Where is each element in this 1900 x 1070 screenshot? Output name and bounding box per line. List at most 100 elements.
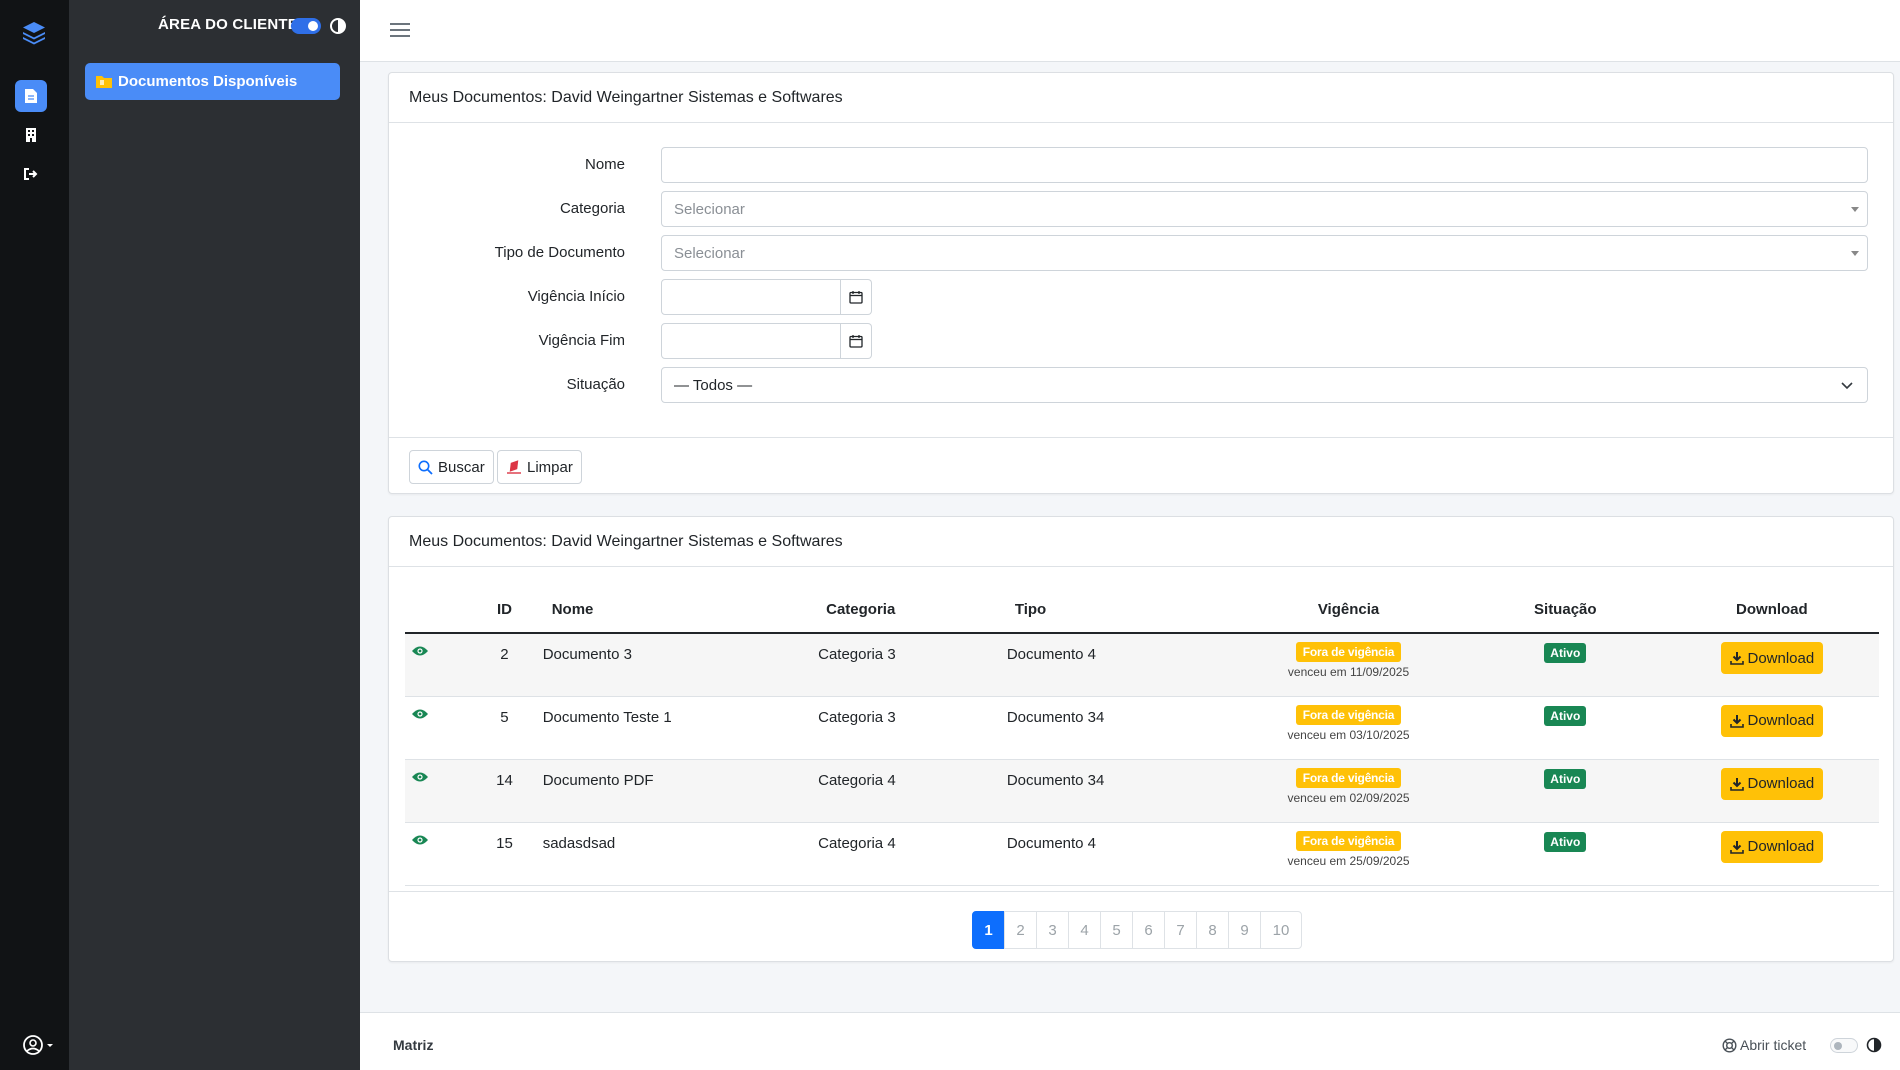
file-icon <box>25 89 37 103</box>
download-button[interactable]: Download <box>1720 642 1824 674</box>
limpar-button[interactable]: Limpar <box>497 450 582 484</box>
row-situacao: Ativo <box>1465 696 1665 760</box>
situacao-badge: Ativo <box>1544 705 1587 726</box>
page-7[interactable]: 7 <box>1164 911 1197 949</box>
vig-fim-label: Vigência Fim <box>538 332 625 349</box>
row-categoria: Categoria 3 <box>818 696 1007 760</box>
row-tipo: Documento 4 <box>1006 822 1232 886</box>
row-nome: Documento 3 <box>542 633 819 697</box>
vig-inicio-calendar-button[interactable] <box>841 279 872 315</box>
vigencia-badge: Fora de vigência <box>1295 704 1402 725</box>
sidebar-panel: ÁREA DO CLIENTE Documentos Disponíveis <box>69 0 360 1070</box>
row-vigencia: Fora de vigência venceu em 03/10/2025 <box>1231 696 1466 760</box>
results-card: Meus Documentos: David Weingartner Siste… <box>388 516 1894 962</box>
page-1[interactable]: 1 <box>972 911 1005 949</box>
categoria-row: Categoria Selecionar <box>389 191 1893 227</box>
vigencia-sub: venceu em 11/09/2025 <box>1287 665 1410 679</box>
buscar-button[interactable]: Buscar <box>409 450 494 484</box>
layers-logo-icon[interactable] <box>20 19 48 47</box>
view-cell <box>405 696 467 760</box>
page-footer: Matriz Abrir ticket <box>360 1012 1900 1070</box>
situacao-badge: Ativo <box>1544 831 1587 852</box>
footer-toggle[interactable] <box>1830 1038 1858 1053</box>
row-categoria: Categoria 4 <box>818 822 1007 886</box>
eye-icon[interactable] <box>411 645 429 657</box>
eye-icon[interactable] <box>411 708 429 720</box>
row-download: Download <box>1664 822 1879 886</box>
page-6[interactable]: 6 <box>1132 911 1165 949</box>
documents-rail-button[interactable] <box>15 80 47 112</box>
tipo-label: Tipo de Documento <box>494 244 625 261</box>
page-8[interactable]: 8 <box>1196 911 1229 949</box>
row-download: Download <box>1664 759 1879 823</box>
view-cell <box>405 759 467 823</box>
download-button[interactable]: Download <box>1720 767 1824 800</box>
row-id: 5 <box>466 696 543 760</box>
page-5[interactable]: 5 <box>1100 911 1133 949</box>
download-icon <box>1729 714 1744 728</box>
categoria-label: Categoria <box>559 200 625 217</box>
icon-rail <box>0 0 69 1070</box>
vigencia-badge: Fora de vigência <box>1295 830 1402 851</box>
situacao-label: Situação <box>566 376 625 393</box>
eye-icon[interactable] <box>411 771 429 783</box>
building-rail-button[interactable] <box>15 119 47 151</box>
page-2[interactable]: 2 <box>1004 911 1037 949</box>
page-4[interactable]: 4 <box>1068 911 1101 949</box>
situacao-select[interactable]: — Todos — <box>661 367 1868 403</box>
user-account-icon[interactable] <box>22 1033 58 1057</box>
download-button[interactable]: Download <box>1720 830 1824 863</box>
col-categoria[interactable]: Categoria <box>818 587 1007 634</box>
vig-inicio-input[interactable] <box>661 279 841 315</box>
tipo-select[interactable]: Selecionar <box>661 235 1868 271</box>
row-download: Download <box>1664 696 1879 760</box>
logout-icon <box>24 168 38 180</box>
contrast-icon[interactable] <box>1866 1037 1882 1053</box>
contrast-icon[interactable] <box>329 17 347 35</box>
row-situacao: Ativo <box>1465 633 1665 697</box>
nome-input[interactable] <box>661 147 1868 183</box>
calendar-icon <box>849 335 863 348</box>
col-tipo[interactable]: Tipo <box>1006 587 1232 634</box>
documents-table: ID Nome Categoria Tipo Vigência Situação… <box>405 587 1879 886</box>
col-download: Download <box>1664 587 1879 634</box>
eye-icon[interactable] <box>411 834 429 846</box>
row-vigencia: Fora de vigência venceu em 02/09/2025 <box>1231 759 1466 823</box>
table-header-row: ID Nome Categoria Tipo Vigência Situação… <box>405 587 1879 634</box>
download-button[interactable]: Download <box>1720 704 1824 737</box>
results-footer-divider <box>389 891 1893 892</box>
logout-rail-button[interactable] <box>15 158 47 190</box>
page-3[interactable]: 3 <box>1036 911 1069 949</box>
vig-fim-input[interactable] <box>661 323 841 359</box>
row-categoria: Categoria 4 <box>818 759 1007 823</box>
col-nome[interactable]: Nome <box>542 587 819 634</box>
top-bar <box>360 0 1900 62</box>
limpar-label: Limpar <box>527 458 573 476</box>
search-icon <box>418 460 433 475</box>
view-cell <box>405 633 467 697</box>
page-10[interactable]: 10 <box>1260 911 1302 949</box>
row-download: Download <box>1664 633 1879 697</box>
footer-matriz: Matriz <box>393 1037 434 1053</box>
download-label: Download <box>1747 775 1815 792</box>
vig-fim-calendar-button[interactable] <box>841 323 872 359</box>
page-9[interactable]: 9 <box>1228 911 1261 949</box>
view-cell <box>405 822 467 886</box>
row-tipo: Documento 4 <box>1006 633 1232 697</box>
col-situacao[interactable]: Situação <box>1465 587 1665 634</box>
row-situacao: Ativo <box>1465 822 1665 886</box>
results-card-title: Meus Documentos: David Weingartner Siste… <box>389 517 1893 567</box>
hamburger-menu-icon[interactable] <box>390 22 410 38</box>
col-vigencia[interactable]: Vigência <box>1231 587 1466 634</box>
download-icon <box>1729 652 1744 665</box>
categoria-select[interactable]: Selecionar <box>661 191 1868 227</box>
sidebar-toggle[interactable] <box>291 18 321 34</box>
col-id[interactable]: ID <box>466 587 543 634</box>
row-tipo: Documento 34 <box>1006 696 1232 760</box>
situacao-badge: Ativo <box>1544 768 1587 789</box>
tipo-row: Tipo de Documento Selecionar <box>389 235 1893 271</box>
download-label: Download <box>1747 649 1815 667</box>
abrir-ticket-link[interactable]: Abrir ticket <box>1722 1037 1806 1053</box>
row-situacao: Ativo <box>1465 759 1665 823</box>
sidebar-item-documentos[interactable]: Documentos Disponíveis <box>85 63 340 100</box>
